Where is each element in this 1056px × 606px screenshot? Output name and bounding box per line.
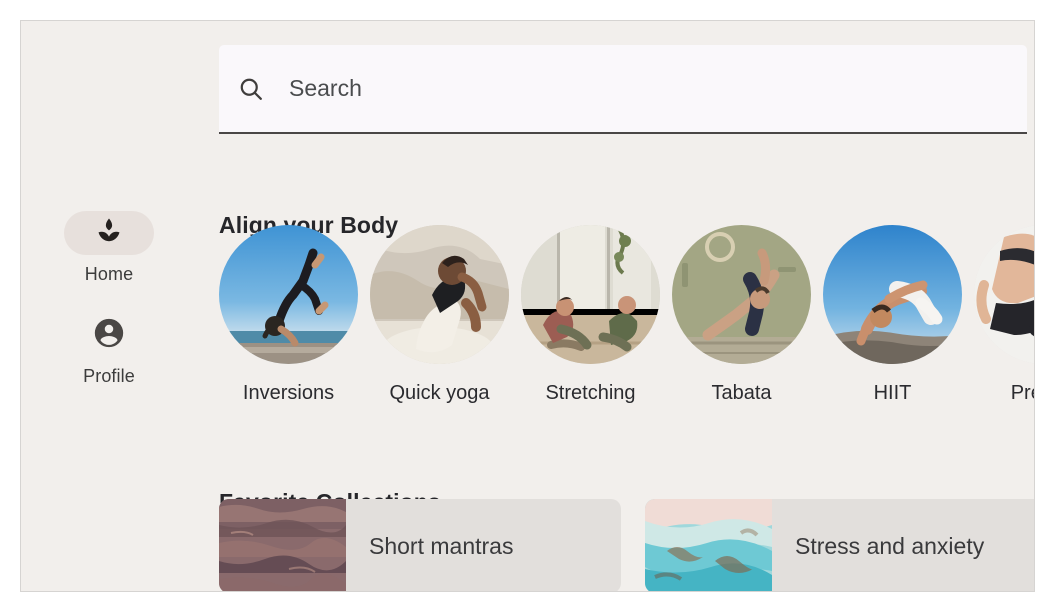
collection-card-stress-and-anxiety[interactable]: Stress and anxiety	[645, 499, 1034, 591]
sidebar-item-profile-label: Profile	[83, 366, 135, 386]
category-thumbnail	[974, 225, 1034, 364]
category-thumbnail	[672, 225, 811, 364]
home-icon-pill[interactable]	[64, 211, 154, 255]
search-input[interactable]	[289, 75, 989, 102]
search-icon	[237, 75, 265, 103]
collections-list: Short mantras Stress and anxiety	[219, 499, 1034, 591]
category-thumbnail	[219, 225, 358, 364]
sidebar-item-home-label: Home	[84, 264, 134, 284]
collection-title: Short mantras	[369, 532, 514, 559]
sidebar-item-home[interactable]: Home	[21, 211, 197, 285]
lotus-icon	[92, 214, 126, 253]
collection-card-short-mantras[interactable]: Short mantras	[219, 499, 621, 591]
profile-icon-pill[interactable]	[64, 313, 154, 357]
category-item-hiit[interactable]: HIIT	[823, 225, 962, 415]
collection-thumbnail	[219, 499, 346, 591]
account-circle-icon	[92, 316, 126, 355]
category-label: Tabata	[711, 382, 772, 404]
category-label: Inversions	[242, 382, 335, 404]
sidebar-navigation: Home Profile	[21, 21, 197, 591]
category-item-tabata[interactable]: Tabata	[672, 225, 811, 415]
search-bar[interactable]	[219, 45, 1027, 134]
category-item-inversions[interactable]: Inversions	[219, 225, 358, 415]
category-item-pre-natal[interactable]: Pre-nat	[974, 225, 1034, 415]
category-item-stretching[interactable]: Stretching	[521, 225, 660, 415]
category-thumbnail	[823, 225, 962, 364]
category-label: HIIT	[873, 382, 912, 404]
category-label: Pre-nat	[1010, 382, 1034, 404]
category-carousel[interactable]: Inversions Quick yoga Stretching Tabata …	[219, 225, 1034, 415]
category-thumbnail	[370, 225, 509, 364]
main-content: Align your Body	[197, 21, 1034, 591]
category-item-quick-yoga[interactable]: Quick yoga	[370, 225, 509, 415]
collection-thumbnail	[645, 499, 772, 591]
category-label: Stretching	[545, 382, 636, 404]
category-thumbnail	[521, 225, 660, 364]
sidebar-item-profile[interactable]: Profile	[21, 313, 197, 387]
category-label: Quick yoga	[389, 382, 490, 404]
collection-title: Stress and anxiety	[795, 532, 985, 559]
app-window: Home Profile Search Align your Body Inve…	[20, 20, 1035, 592]
